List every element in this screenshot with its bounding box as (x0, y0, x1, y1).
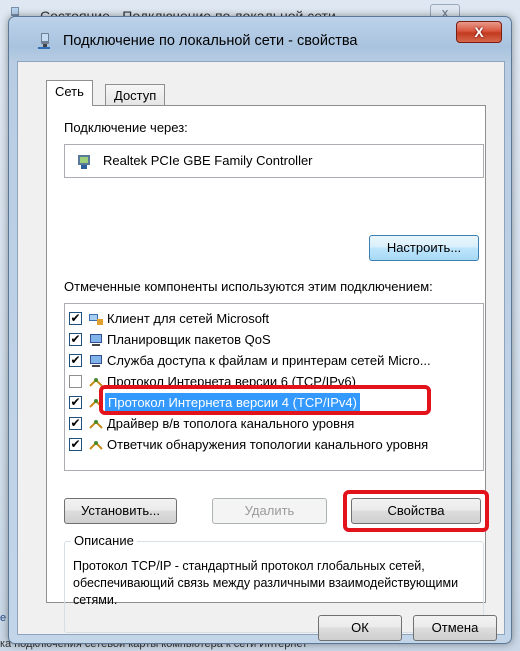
checkbox[interactable]: ✔ (69, 417, 82, 430)
title-bar[interactable]: Подключение по локальной сети - свойства… (9, 17, 511, 59)
tab-network[interactable]: Сеть (46, 80, 93, 106)
computer-icon (90, 355, 102, 367)
highlight-selected-protocol (99, 385, 431, 415)
checkbox[interactable]: ✔ (69, 354, 82, 367)
computer-icon (90, 334, 102, 346)
close-button[interactable]: X (456, 21, 502, 43)
install-button[interactable]: Установить... (64, 498, 177, 524)
highlight-properties-button (343, 490, 489, 532)
component-label: Ответчик обнаружения топологии канальног… (107, 437, 429, 452)
uninstall-button: Удалить (212, 498, 327, 524)
network-adapter-icon (38, 33, 50, 49)
checkbox[interactable]: ✔ (69, 396, 82, 409)
checkbox[interactable]: ✔ (69, 312, 82, 325)
component-label: Драйвер в/в тополога канального уровня (107, 416, 355, 431)
protocol-icon (89, 420, 103, 429)
dialog-client-area: Сеть Доступ Подключение через: Realtek P… (17, 61, 505, 641)
properties-dialog: Подключение по локальной сети - свойства… (8, 16, 512, 644)
components-label: Отмеченные компоненты используются этим … (64, 279, 433, 294)
network-card-icon (78, 155, 90, 169)
list-item[interactable]: ✔ Драйвер в/в тополога канального уровня (65, 413, 483, 435)
checkbox[interactable] (69, 375, 82, 388)
component-label: Служба доступа к файлам и принтерам сете… (107, 353, 431, 368)
ok-button[interactable]: ОК (318, 615, 402, 641)
cancel-button[interactable]: Отмена (413, 615, 497, 641)
adapter-name: Realtek PCIe GBE Family Controller (103, 153, 313, 168)
checkbox[interactable]: ✔ (69, 438, 82, 451)
list-item[interactable]: ✔ Клиент для сетей Microsoft (65, 308, 483, 330)
list-item[interactable]: ✔ Служба доступа к файлам и принтерам се… (65, 350, 483, 372)
network-tab-panel: Подключение через: Realtek PCIe GBE Fami… (46, 105, 489, 633)
list-item[interactable]: ✔ Планировщик пакетов QoS (65, 329, 483, 351)
description-text: Протокол TCP/IP - стандартный протокол г… (73, 559, 459, 607)
configure-button[interactable]: Настроить... (369, 235, 479, 261)
description-legend: Описание (71, 533, 137, 548)
protocol-icon (89, 441, 103, 450)
list-item[interactable]: ✔ Ответчик обнаружения топологии канальн… (65, 434, 483, 456)
network-client-icon (89, 314, 103, 325)
dialog-title: Подключение по локальной сети - свойства (63, 33, 358, 49)
component-label: Клиент для сетей Microsoft (107, 311, 270, 326)
checkbox[interactable]: ✔ (69, 333, 82, 346)
connect-via-label: Подключение через: (64, 120, 188, 135)
component-label: Планировщик пакетов QoS (107, 332, 271, 347)
adapter-field: Realtek PCIe GBE Family Controller (64, 144, 484, 178)
tab-sharing[interactable]: Доступ (105, 84, 166, 106)
